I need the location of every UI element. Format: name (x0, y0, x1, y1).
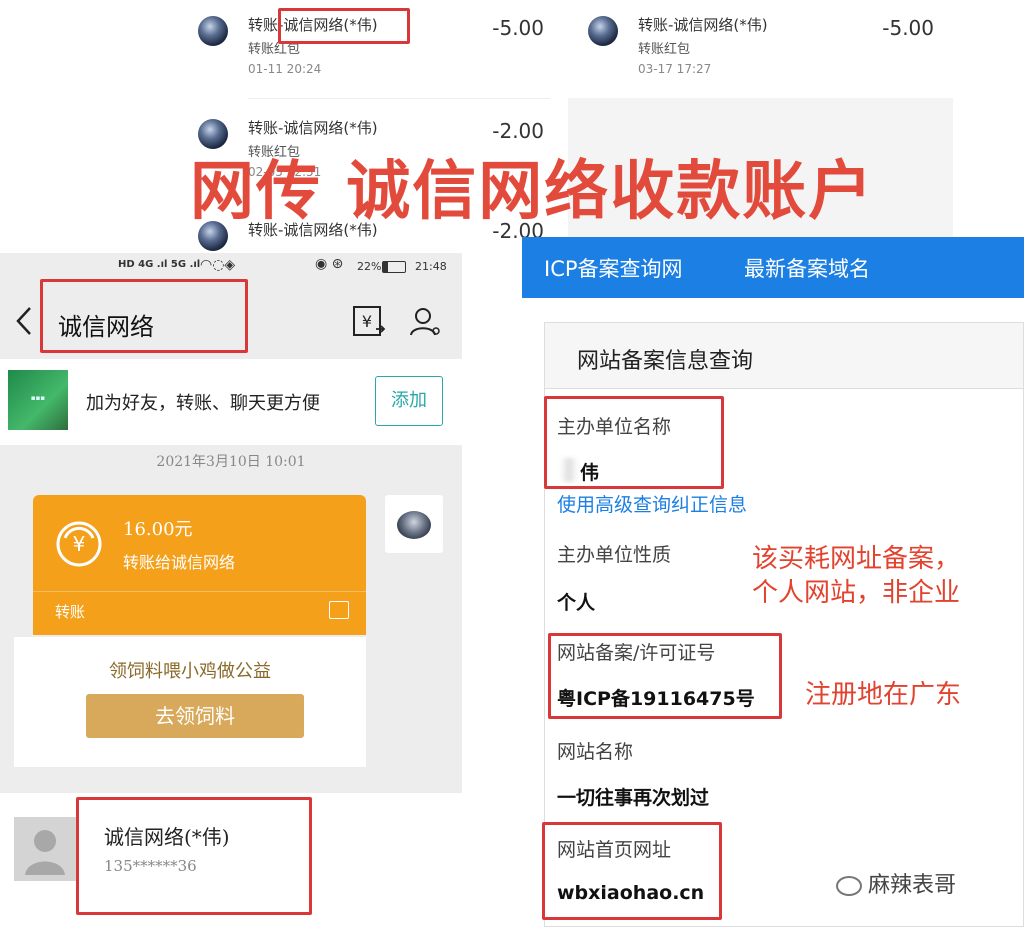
transfer-amount: -5.00 (492, 16, 544, 40)
transfer-card-footer: 转账 (55, 603, 86, 621)
transfer-card-desc: 转账给诚信网络 (123, 553, 236, 572)
mini-app-icon (329, 601, 349, 619)
nav-latest-domains[interactable]: 最新备案域名 (744, 253, 870, 283)
default-avatar-icon (14, 817, 76, 881)
transfer-subtitle: 转账红包 (638, 42, 691, 57)
clock: 21:48 (415, 260, 447, 273)
annotation-note: 注册地在广东 (805, 680, 962, 710)
promo-text: 领饲料喂小鸡做公益 (109, 661, 271, 682)
field-value: 个人 (557, 592, 596, 614)
highlight-box (278, 8, 410, 44)
icp-card-title: 网站备案信息查询 (577, 349, 754, 374)
get-feed-button[interactable]: 去领饲料 (86, 694, 304, 738)
svg-text:¥: ¥ (362, 312, 372, 331)
promo-card: 领饲料喂小鸡做公益 去领饲料 (14, 637, 366, 767)
avatar (588, 16, 618, 46)
chevron-left-icon[interactable] (14, 305, 34, 337)
chat-date: 2021年3月10日 10:01 (156, 454, 306, 470)
avatar (198, 16, 228, 46)
transfer-card-amount: 16.00元 (123, 519, 193, 540)
highlight-box (76, 797, 312, 915)
field-label: 主办单位性质 (557, 544, 672, 566)
transfer-amount: -5.00 (882, 16, 934, 40)
yuan-transfer-icon: ¥ (56, 521, 102, 567)
highlight-box (40, 279, 248, 353)
user-profile-icon[interactable] (408, 305, 442, 337)
battery-icon (382, 261, 406, 273)
icp-card-header: 网站备案信息查询 (545, 323, 1023, 389)
transfer-time: 03-17 17:27 (638, 62, 712, 76)
field-label: 网站名称 (557, 741, 634, 763)
add-friend-button[interactable]: 添加 (375, 376, 443, 426)
transfer-record[interactable]: 转账-诚信网络(*伟) 转账红包 03-17 17:27 -5.00 (588, 14, 938, 80)
nav-icp-query[interactable]: ICP备案查询网 (544, 253, 683, 283)
add-friend-text: 加为好友，转账、聊天更方便 (86, 393, 320, 414)
field-value: 一切往事再次划过 (557, 787, 710, 809)
transfer-name: 转账-诚信网络(*伟) (638, 16, 768, 34)
icp-nav-bar: ICP备案查询网 最新备案域名 (522, 237, 1024, 298)
wechat-icon (836, 876, 862, 896)
annotation-note: 该买耗网址备案， 个人网站，非企业 (752, 544, 961, 608)
transfer-name: 转账-诚信网络(*伟) (248, 119, 378, 137)
advanced-query-link[interactable]: 使用高级查询纠正信息 (557, 490, 747, 517)
wifi-icon: ◠◌◈ (200, 257, 236, 273)
headline-overlay: 网传 诚信网络收款账户 (190, 155, 875, 229)
highlight-box (548, 633, 782, 719)
watermark: 麻辣表哥 (836, 867, 956, 899)
sender-avatar[interactable] (385, 495, 443, 553)
transfer-card[interactable]: ¥ 16.00元 转账给诚信网络 转账 (33, 495, 366, 635)
add-friend-bar: ▪▪▪ 加为好友，转账、聊天更方便 添加 (0, 359, 462, 445)
battery-percent: 22% (357, 260, 382, 273)
phone-screen: HD 4G .ıl 5G .ıl ◠◌◈ ◉ ⊛ 22% 21:48 诚信网络 … (0, 253, 462, 927)
signal-icons: HD 4G .ıl 5G .ıl (118, 259, 201, 270)
svg-text:¥: ¥ (73, 532, 86, 556)
shop-logo: ▪▪▪ (8, 370, 68, 430)
transfer-icon[interactable]: ¥ (352, 305, 386, 337)
transfer-time: 01-11 20:24 (248, 62, 322, 76)
eye-icon: ◉ ⊛ (315, 256, 344, 272)
highlight-box (544, 396, 724, 489)
highlight-box (542, 822, 722, 920)
